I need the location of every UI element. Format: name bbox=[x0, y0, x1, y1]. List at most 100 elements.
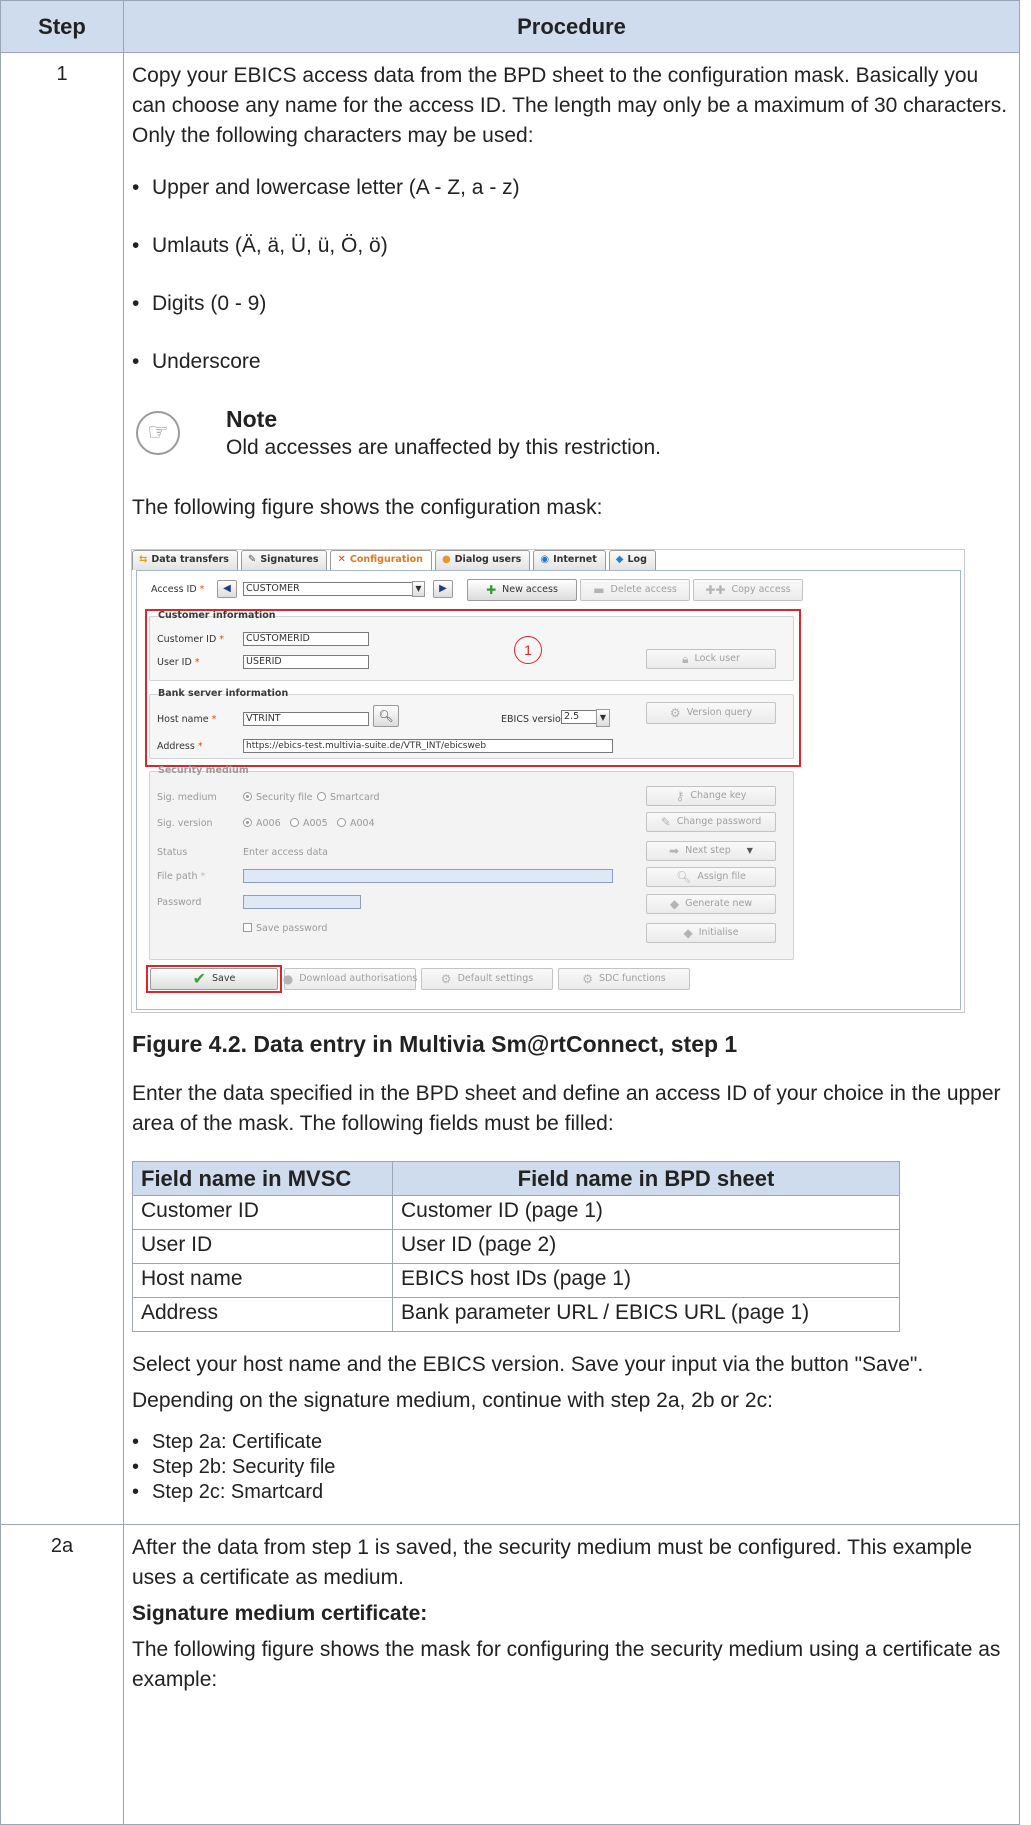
note-title: Note bbox=[226, 406, 278, 432]
tools-icon: ✕ bbox=[337, 554, 346, 565]
pencil-icon: ✎ bbox=[660, 815, 671, 829]
sig-version-a006-radio[interactable]: A006 bbox=[243, 818, 281, 830]
list-item: Umlauts (Ä, ä, Ü, ü, Ö, ö) bbox=[132, 231, 1011, 261]
pointing-hand-icon: ☞ bbox=[136, 411, 180, 455]
table-row: 1 Copy your EBICS access data from the B… bbox=[0, 52, 1020, 1525]
column-header: Field name in BPD sheet bbox=[392, 1161, 900, 1196]
minus-icon: ▬ bbox=[593, 583, 605, 597]
allowed-characters-list: Upper and lowercase letter (A - Z, a - z… bbox=[132, 173, 1011, 377]
group-title: Security medium bbox=[158, 765, 249, 776]
initialise-button[interactable]: ◆ Initialise bbox=[646, 923, 776, 943]
depending-text: Depending on the signature medium, conti… bbox=[132, 1389, 773, 1412]
default-settings-button[interactable]: ⚙ Default settings bbox=[421, 968, 553, 990]
next-access-button[interactable]: ▶ bbox=[433, 580, 453, 598]
column-header: Field name in MVSC bbox=[132, 1161, 393, 1196]
status-value: Enter access data bbox=[243, 847, 328, 858]
delete-access-button[interactable]: ▬ Delete access bbox=[580, 579, 690, 601]
configuration-mask-screenshot: ⇆ Data transfers ✎ Signatures ✕ Configurati… bbox=[131, 549, 965, 1013]
change-password-button[interactable]: ✎ Change password bbox=[646, 812, 776, 832]
users-icon: ● bbox=[441, 554, 451, 565]
key-icon: ⚷ bbox=[675, 789, 685, 803]
procedure-cell: Copy your EBICS access data from the BPD… bbox=[123, 52, 1020, 1525]
configuration-panel: Access ID * ◀ CUSTOMER ▼ ▶ ✚ New access ▬ D… bbox=[136, 570, 961, 1010]
sig-medium-security-file-radio[interactable]: Security file bbox=[243, 792, 313, 804]
table-row: User ID User ID (page 2) bbox=[132, 1229, 900, 1264]
generate-new-button[interactable]: ◆ Generate new bbox=[646, 894, 776, 914]
list-item: Digits (0 - 9) bbox=[132, 289, 1011, 319]
document: Step Procedure 1 Copy your EBICS access … bbox=[0, 0, 1031, 1825]
sig-version-a004-radio[interactable]: A004 bbox=[337, 818, 375, 830]
save-password-checkbox[interactable]: Save password bbox=[243, 923, 327, 935]
search-icon: 🔍︎ bbox=[676, 870, 692, 884]
table-header-row: Field name in MVSC Field name in BPD she… bbox=[132, 1161, 900, 1196]
password-field[interactable] bbox=[243, 895, 361, 909]
procedure-table: Step Procedure 1 Copy your EBICS access … bbox=[0, 0, 1020, 1825]
table-cell: User ID (page 2) bbox=[392, 1229, 900, 1264]
table-header-row: Step Procedure bbox=[0, 0, 1020, 53]
arrow-right-icon: ➡ bbox=[669, 844, 680, 858]
access-id-field[interactable]: CUSTOMER bbox=[243, 582, 413, 596]
table-cell: Bank parameter URL / EBICS URL (page 1) bbox=[392, 1297, 900, 1332]
sig-medium-label: Sig. medium bbox=[157, 792, 217, 803]
gear-icon: ⚙ bbox=[440, 972, 452, 986]
pen-icon: ✎ bbox=[247, 554, 257, 565]
file-path-label: File path * bbox=[157, 871, 206, 882]
step1-intro: Copy your EBICS access data from the BPD… bbox=[132, 64, 1008, 147]
list-item: Underscore bbox=[132, 347, 1011, 377]
previous-access-button[interactable]: ◀ bbox=[217, 580, 237, 598]
tab-signatures[interactable]: ✎ Signatures bbox=[240, 550, 328, 570]
note-text: Old accesses are unaffected by this rest… bbox=[226, 436, 661, 459]
tab-internet[interactable]: ◉ Internet bbox=[533, 550, 606, 570]
list-item: Step 2b: Security file bbox=[132, 1455, 1011, 1480]
chevron-down-icon: ▼ bbox=[746, 846, 753, 855]
sig-medium-smartcard-radio[interactable]: Smartcard bbox=[317, 792, 380, 804]
table-cell: Customer ID bbox=[132, 1195, 393, 1230]
tab-log[interactable]: ◆ Log bbox=[608, 550, 656, 570]
change-key-button[interactable]: ⚷ Change key bbox=[646, 786, 776, 806]
save-highlight-frame bbox=[146, 965, 282, 993]
list-item: Step 2a: Certificate bbox=[132, 1430, 1011, 1455]
file-path-field[interactable] bbox=[243, 869, 613, 883]
procedure-cell: After the data from step 1 is saved, the… bbox=[123, 1524, 1020, 1825]
download-authorisations-button[interactable]: ● Download authorisations bbox=[283, 968, 417, 990]
table-cell: User ID bbox=[132, 1229, 393, 1264]
step2a-text: The following figure shows the mask for … bbox=[132, 1638, 1001, 1691]
table-cell: Host name bbox=[132, 1263, 393, 1298]
step-options-list: Step 2a: Certificate Step 2b: Security f… bbox=[132, 1430, 1011, 1505]
table-row: Host name EBICS host IDs (page 1) bbox=[132, 1263, 900, 1298]
next-step-button[interactable]: ➡ Next step ▼ bbox=[646, 841, 776, 861]
copy-access-button[interactable]: ✚✚ Copy access bbox=[693, 579, 803, 601]
new-access-button[interactable]: ✚ New access bbox=[467, 579, 577, 601]
table-cell: EBICS host IDs (page 1) bbox=[392, 1263, 900, 1298]
fields-intro: Enter the data specified in the BPD shee… bbox=[132, 1082, 1001, 1135]
status-label: Status bbox=[157, 847, 188, 858]
select-host-text: Select your host name and the EBICS vers… bbox=[132, 1353, 924, 1376]
highlight-frame bbox=[145, 609, 801, 767]
step-number: 2a bbox=[0, 1524, 124, 1825]
sig-version-label: Sig. version bbox=[157, 818, 213, 829]
list-item: Step 2c: Smartcard bbox=[132, 1480, 1011, 1505]
tab-configuration[interactable]: ✕ Configuration bbox=[330, 550, 432, 570]
table-cell: Customer ID (page 1) bbox=[392, 1195, 900, 1230]
diamond-icon: ◆ bbox=[669, 897, 680, 911]
sig-version-a005-radio[interactable]: A005 bbox=[290, 818, 328, 830]
step2a-heading: Signature medium certificate: bbox=[132, 1602, 428, 1625]
tab-data-transfers[interactable]: ⇆ Data transfers bbox=[132, 550, 238, 570]
tab-bar: ⇆ Data transfers ✎ Signatures ✕ Configurati… bbox=[132, 550, 659, 570]
diamond-icon: ◆ bbox=[683, 926, 693, 940]
step-column-header: Step bbox=[0, 0, 124, 53]
transfer-icon: ⇆ bbox=[139, 554, 148, 565]
access-id-dropdown[interactable]: ▼ bbox=[412, 581, 425, 597]
figure-intro: The following figure shows the configura… bbox=[132, 496, 603, 519]
password-label: Password bbox=[157, 897, 202, 908]
figure-caption: Figure 4.2. Data entry in Multivia Sm@rt… bbox=[132, 1031, 738, 1057]
list-item: Upper and lowercase letter (A - Z, a - z… bbox=[132, 173, 1011, 203]
tab-dialog-users[interactable]: ● Dialog users bbox=[434, 550, 531, 570]
table-row: Customer ID Customer ID (page 1) bbox=[132, 1195, 900, 1230]
sdc-functions-button[interactable]: ⚙ SDC functions bbox=[558, 968, 690, 990]
table-cell: Address bbox=[132, 1297, 393, 1332]
assign-file-button[interactable]: 🔍︎ Assign file bbox=[646, 867, 776, 887]
double-plus-icon: ✚✚ bbox=[705, 583, 726, 597]
table-row: Address Bank parameter URL / EBICS URL (… bbox=[132, 1297, 900, 1332]
access-id-label: Access ID * bbox=[151, 584, 205, 595]
